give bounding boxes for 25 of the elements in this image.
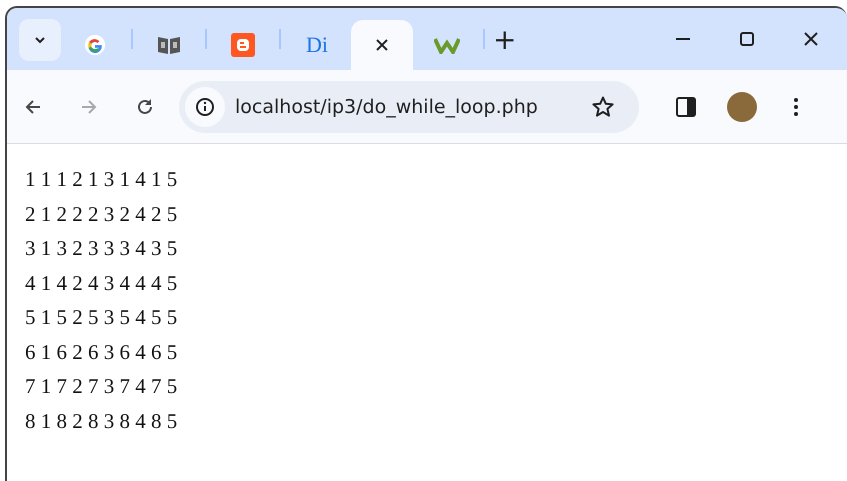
close-icon[interactable] xyxy=(803,31,819,47)
info-icon[interactable] xyxy=(195,96,215,116)
output-line: 3 1 3 2 3 3 3 4 3 5 xyxy=(25,235,178,262)
menu-icon[interactable] xyxy=(793,96,799,118)
star-icon[interactable] xyxy=(591,94,615,118)
maximize-icon[interactable] xyxy=(739,31,755,47)
profile-avatar[interactable] xyxy=(727,92,757,122)
output-line: 7 1 7 2 7 3 7 4 7 5 xyxy=(25,373,178,400)
w-logo-icon xyxy=(434,36,460,54)
address-bar[interactable]: localhost/ip3/do_while_loop.php xyxy=(179,80,639,132)
output-line: 6 1 6 2 6 3 6 4 6 5 xyxy=(25,338,178,366)
output-line: 5 1 5 2 5 3 5 4 5 5 xyxy=(25,304,178,331)
blogger-icon xyxy=(231,33,255,57)
tab-favicon-letters: Di xyxy=(306,32,328,58)
url-text: localhost/ip3/do_while_loop.php xyxy=(235,96,539,118)
output-line: 4 1 4 2 4 3 4 4 4 5 xyxy=(25,270,178,296)
new-tab-button[interactable]: + xyxy=(487,22,522,56)
side-panel-icon[interactable] xyxy=(675,96,697,118)
google-g-icon xyxy=(84,34,106,56)
output-line: 1 1 1 2 1 3 1 4 1 5 xyxy=(25,166,178,193)
close-tab-icon[interactable] xyxy=(375,38,389,52)
open-book-icon xyxy=(156,34,182,56)
output-line: 8 1 8 2 8 3 8 4 8 5 xyxy=(25,408,178,434)
reload-icon[interactable] xyxy=(135,96,155,116)
output-line: 2 1 2 2 2 3 2 4 2 5 xyxy=(25,200,178,228)
